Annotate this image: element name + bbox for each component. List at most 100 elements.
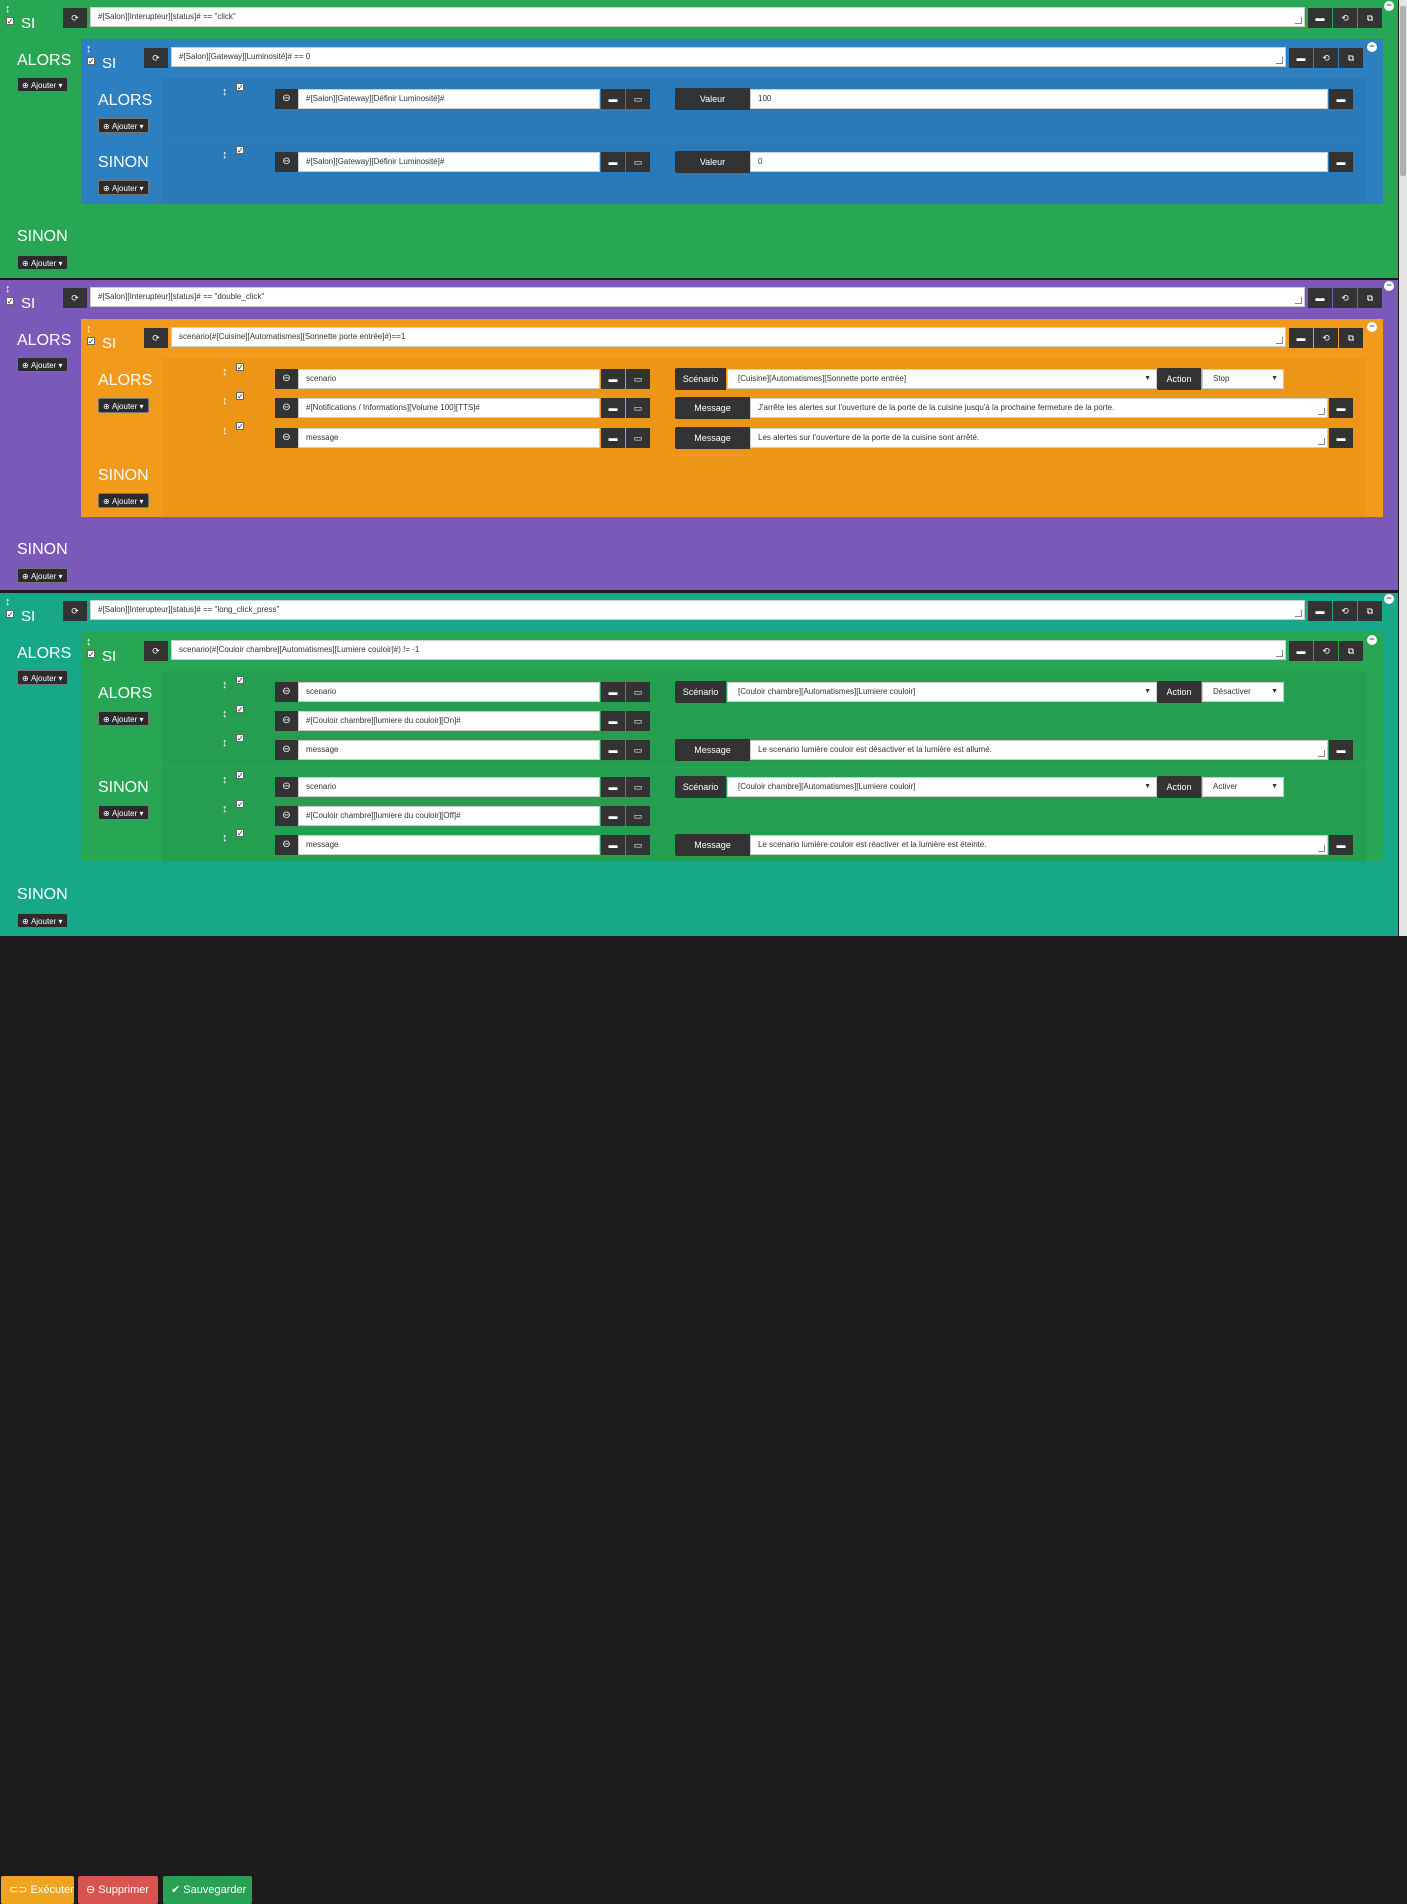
block2-then-2-value-input[interactable]: J'arrête les alertes sur l'ouverture de … xyxy=(750,398,1328,418)
block2-nested-sinon-add-button[interactable]: ⊕ Ajouter ▾ xyxy=(98,493,149,508)
block2-nested-list-button[interactable]: ▬ xyxy=(1289,328,1313,348)
block2-then-3-enable-checkbox[interactable]: ✓ xyxy=(236,422,244,431)
block3-else-1-list-button[interactable]: ▬ xyxy=(601,777,625,797)
block1-else-1-select-button[interactable]: ▭ xyxy=(626,152,650,172)
block3-nested-alors-add-button[interactable]: ⊕ Ajouter ▾ xyxy=(98,711,149,726)
block3-then-1-remove-button[interactable]: ⊖ xyxy=(275,682,298,702)
block2-then-2-select-button[interactable]: ▭ xyxy=(626,398,650,418)
block3-refresh-button[interactable]: ⟳ xyxy=(63,601,87,621)
block2-then-3-remove-button[interactable]: ⊖ xyxy=(275,428,298,448)
block3-then-2-select-button[interactable]: ▭ xyxy=(626,711,650,731)
block3-then-3-list-button[interactable]: ▬ xyxy=(601,740,625,760)
block3-list-button[interactable]: ▬ xyxy=(1308,601,1332,621)
block1-sinon-add-button[interactable]: ⊕ Ajouter ▾ xyxy=(17,255,68,270)
block1-nested-sinon-add-button[interactable]: ⊕ Ajouter ▾ xyxy=(98,180,149,195)
scrollbar-thumb[interactable] xyxy=(1400,6,1406,176)
block3-else-3-move-handle-icon[interactable]: ↕ xyxy=(222,832,228,844)
block1-then-1-list-button[interactable]: ▬ xyxy=(601,89,625,109)
block2-then-2-move-handle-icon[interactable]: ↕ xyxy=(222,395,228,407)
block2-history-button[interactable]: ⟲ xyxy=(1333,288,1357,308)
block1-nested-alors-add-button[interactable]: ⊕ Ajouter ▾ xyxy=(98,118,149,133)
block2-enable-checkbox[interactable]: ✓ xyxy=(6,297,14,306)
block2-then-1-command-input[interactable]: scenario xyxy=(298,369,600,389)
block1-else-1-list-button[interactable]: ▬ xyxy=(601,152,625,172)
block1-then-1-command-input[interactable]: #[Salon][Gateway][Définir Luminosité]# xyxy=(298,89,600,109)
block2-then-3-command-input[interactable]: message xyxy=(298,428,600,448)
block2-then-3-value-input[interactable]: Les alertes sur l'ouverture de la porte … xyxy=(750,428,1328,448)
block3-nested-move-handle-icon[interactable]: ↕ xyxy=(86,636,92,648)
block3-alors-add-button[interactable]: ⊕ Ajouter ▾ xyxy=(17,670,68,685)
block1-nested-enable-checkbox[interactable]: ✓ xyxy=(87,57,95,66)
block3-else-1-scenario-select[interactable]: [Couloir chambre][Automatismes][Lumiere … xyxy=(727,777,1157,797)
block3-else-3-command-input[interactable]: message xyxy=(298,835,600,855)
block3-else-2-command-input[interactable]: #[Couloir chambre][lumiere du couloir][O… xyxy=(298,806,600,826)
block1-then-1-move-handle-icon[interactable]: ↕ xyxy=(222,86,228,98)
block1-nested-remove-icon[interactable]: − xyxy=(1367,42,1377,52)
block2-then-1-select-button[interactable]: ▭ xyxy=(626,369,650,389)
block3-history-button[interactable]: ⟲ xyxy=(1333,601,1357,621)
block3-else-2-list-button[interactable]: ▬ xyxy=(601,806,625,826)
block2-then-1-scenario-select[interactable]: [Cuisine][Automatismes][Sonnette porte e… xyxy=(727,369,1157,389)
block2-then-1-enable-checkbox[interactable]: ✓ xyxy=(236,363,244,372)
block3-nested-sinon-add-button[interactable]: ⊕ Ajouter ▾ xyxy=(98,805,149,820)
block3-then-3-command-input[interactable]: message xyxy=(298,740,600,760)
block3-else-2-remove-button[interactable]: ⊖ xyxy=(275,806,298,826)
block3-else-3-value-input[interactable]: Le scenario lumière couloir est réactive… xyxy=(750,835,1328,855)
block2-then-2-command-input[interactable]: #[Notifications / Informations][Volume 1… xyxy=(298,398,600,418)
block2-then-1-move-handle-icon[interactable]: ↕ xyxy=(222,366,228,378)
delete-button[interactable]: ⊖ Supprimer xyxy=(78,1876,158,1904)
block3-then-3-value-list-button[interactable]: ▬ xyxy=(1329,740,1353,760)
block1-nested-move-handle-icon[interactable]: ↕ xyxy=(86,43,92,55)
save-button[interactable]: ✔ Sauvegarder xyxy=(163,1876,252,1904)
block3-else-2-move-handle-icon[interactable]: ↕ xyxy=(222,803,228,815)
block3-enable-checkbox[interactable]: ✓ xyxy=(6,610,14,619)
block3-else-3-remove-button[interactable]: ⊖ xyxy=(275,835,298,855)
block1-enable-checkbox[interactable]: ✓ xyxy=(6,17,14,26)
block2-then-3-move-handle-icon[interactable]: ↕ xyxy=(222,425,228,437)
block3-then-2-move-handle-icon[interactable]: ↕ xyxy=(222,708,228,720)
block1-else-1-command-input[interactable]: #[Salon][Gateway][Définir Luminosité]# xyxy=(298,152,600,172)
block1-nested-list-button[interactable]: ▬ xyxy=(1289,48,1313,68)
block2-then-3-list-button[interactable]: ▬ xyxy=(601,428,625,448)
block3-then-2-enable-checkbox[interactable]: ✓ xyxy=(236,705,244,714)
block2-copy-button[interactable]: ⧉ xyxy=(1358,288,1382,308)
block3-then-3-remove-button[interactable]: ⊖ xyxy=(275,740,298,760)
block2-nested-move-handle-icon[interactable]: ↕ xyxy=(86,323,92,335)
block3-nested-refresh-button[interactable]: ⟳ xyxy=(144,641,168,661)
block3-else-3-list-button[interactable]: ▬ xyxy=(601,835,625,855)
block1-copy-button[interactable]: ⧉ xyxy=(1358,8,1382,28)
block1-else-1-value-input[interactable]: 0 xyxy=(750,152,1328,172)
block1-nested-history-button[interactable]: ⟲ xyxy=(1314,48,1338,68)
block2-nested-history-button[interactable]: ⟲ xyxy=(1314,328,1338,348)
block3-then-2-command-input[interactable]: #[Couloir chambre][lumiere du couloir][O… xyxy=(298,711,600,731)
block1-nested-copy-button[interactable]: ⧉ xyxy=(1339,48,1363,68)
block1-then-1-remove-button[interactable]: ⊖ xyxy=(275,89,298,109)
block3-then-3-move-handle-icon[interactable]: ↕ xyxy=(222,737,228,749)
block2-then-2-enable-checkbox[interactable]: ✓ xyxy=(236,392,244,401)
block3-sinon-add-button[interactable]: ⊕ Ajouter ▾ xyxy=(17,913,68,928)
block1-refresh-button[interactable]: ⟳ xyxy=(63,8,87,28)
block2-sinon-add-button[interactable]: ⊕ Ajouter ▾ xyxy=(17,568,68,583)
block3-else-2-select-button[interactable]: ▭ xyxy=(626,806,650,826)
block3-else-3-value-list-button[interactable]: ▬ xyxy=(1329,835,1353,855)
block2-list-button[interactable]: ▬ xyxy=(1308,288,1332,308)
block3-else-3-select-button[interactable]: ▭ xyxy=(626,835,650,855)
block2-then-3-value-list-button[interactable]: ▬ xyxy=(1329,428,1353,448)
block2-nested-refresh-button[interactable]: ⟳ xyxy=(144,328,168,348)
block2-nested-condition-input[interactable]: scenario(#[Cuisine][Automatismes][Sonnet… xyxy=(171,327,1286,347)
block1-then-1-enable-checkbox[interactable]: ✓ xyxy=(236,83,244,92)
block3-nested-copy-button[interactable]: ⧉ xyxy=(1339,641,1363,661)
block2-nested-remove-icon[interactable]: − xyxy=(1367,322,1377,332)
block1-then-1-value-input[interactable]: 100 xyxy=(750,89,1328,109)
block3-then-1-move-handle-icon[interactable]: ↕ xyxy=(222,679,228,691)
block2-alors-add-button[interactable]: ⊕ Ajouter ▾ xyxy=(17,357,68,372)
block1-remove-icon[interactable]: − xyxy=(1384,1,1394,11)
block3-then-1-list-button[interactable]: ▬ xyxy=(601,682,625,702)
block1-nested-condition-input[interactable]: #[Salon][Gateway][Luminosité]# == 0 xyxy=(171,47,1286,67)
block1-then-1-value-list-button[interactable]: ▬ xyxy=(1329,89,1353,109)
block3-else-3-enable-checkbox[interactable]: ✓ xyxy=(236,829,244,838)
block3-nested-history-button[interactable]: ⟲ xyxy=(1314,641,1338,661)
block1-then-1-select-button[interactable]: ▭ xyxy=(626,89,650,109)
block3-else-1-action-select[interactable]: Activer ▼ xyxy=(1202,777,1284,797)
block3-then-2-list-button[interactable]: ▬ xyxy=(601,711,625,731)
